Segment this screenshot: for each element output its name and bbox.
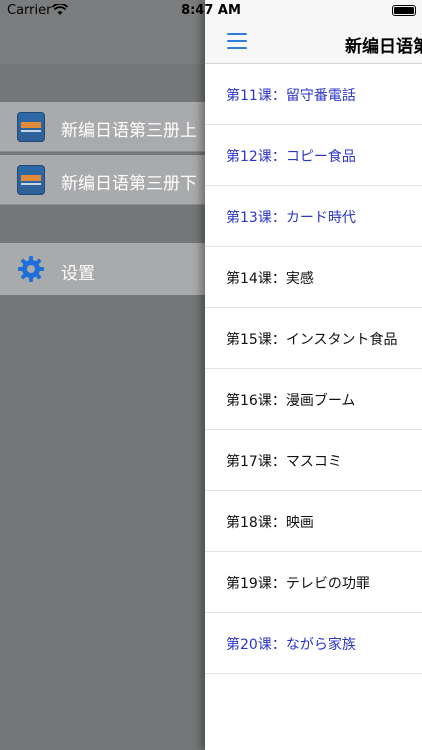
book-icon (17, 112, 45, 142)
lesson-panel: 新编日语第 第11课：留守番電話 第12课：コピー食品 第13课：カード時代 第… (205, 0, 422, 750)
page-title: 新编日语第 (345, 37, 422, 57)
list-item[interactable]: 第17课：マスコミ (205, 430, 422, 491)
status-time: 8:47 AM (181, 3, 241, 18)
lesson-label: 第18课：映画 (226, 515, 314, 531)
gear-icon (18, 256, 44, 282)
lesson-list: 第11课：留守番電話 第12课：コピー食品 第13课：カード時代 第14课：実感… (205, 64, 422, 674)
status-bar: Carrier 8:47 AM (0, 0, 422, 22)
book-icon (17, 165, 45, 195)
lesson-label: 第14课：実感 (226, 271, 314, 287)
lesson-label: 第19课：テレビの功罪 (226, 576, 370, 592)
list-item[interactable]: 第16课：漫画ブーム (205, 369, 422, 430)
list-item[interactable]: 第20课：ながら家族 (205, 613, 422, 674)
sidebar-item-label: 新编日语第三册上 (61, 121, 197, 141)
lesson-label: 第17课：マスコミ (226, 454, 342, 470)
list-item[interactable]: 第15课：インスタント食品 (205, 308, 422, 369)
lesson-label: 第15课：インスタント食品 (226, 332, 398, 348)
settings-label: 设置 (61, 264, 95, 284)
lesson-label: 第13课：カード時代 (226, 210, 356, 226)
sidebar-item-label: 新编日语第三册下 (61, 174, 197, 194)
list-item[interactable]: 第19课：テレビの功罪 (205, 552, 422, 613)
lesson-label: 第12课：コピー食品 (226, 149, 356, 165)
menu-icon[interactable] (227, 33, 247, 49)
list-item[interactable]: 第18课：映画 (205, 491, 422, 552)
lesson-label: 第20课：ながら家族 (226, 637, 356, 653)
list-item[interactable]: 第13课：カード時代 (205, 186, 422, 247)
list-item[interactable]: 第14课：実感 (205, 247, 422, 308)
lesson-label: 第16课：漫画ブーム (226, 393, 356, 409)
list-item[interactable]: 第12课：コピー食品 (205, 125, 422, 186)
list-item[interactable]: 第11课：留守番電話 (205, 64, 422, 125)
battery-icon (392, 5, 416, 16)
lesson-label: 第11课：留守番電話 (226, 88, 356, 104)
